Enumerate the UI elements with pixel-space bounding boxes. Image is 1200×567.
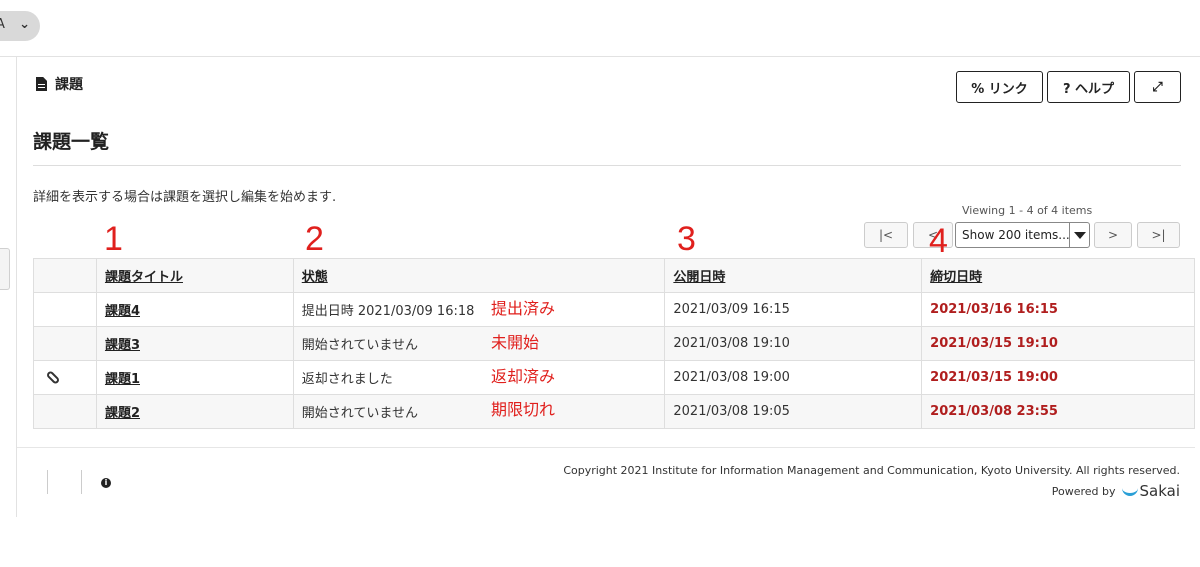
open-date-cell: 2021/03/09 16:15: [664, 292, 923, 327]
table-row: 課題2 開始されていません 2021/03/08 19:05 2021/03/0…: [33, 394, 1195, 429]
caret-down-icon: [1069, 223, 1089, 247]
top-navigation-bar: A ⌄: [0, 0, 1200, 57]
footer-separator: [47, 470, 48, 494]
status-cell: 返却されました: [292, 360, 666, 395]
annotation-status-not-started: 未開始: [491, 335, 540, 352]
instructions-text: 詳細を表示する場合は課題を選択し編集を始めます.: [33, 190, 337, 205]
powered-by: Powered by Sakai: [1052, 482, 1180, 500]
copyright-text: Copyright 2021 Institute for Information…: [563, 464, 1180, 477]
open-date-cell: 2021/03/08 19:05: [664, 394, 923, 429]
title-cell: 課題4: [95, 292, 294, 327]
link-button-label: % リンク: [971, 81, 1028, 97]
annotation-number-1: 1: [104, 220, 123, 258]
due-date-cell: 2021/03/15 19:10: [921, 326, 1195, 361]
attachment-cell: [33, 292, 97, 327]
attachment-cell: [33, 326, 97, 361]
powered-by-label: Powered by: [1051, 484, 1116, 498]
sidebar-collapse-tab[interactable]: [0, 248, 10, 290]
table-row: 課題4 提出日時 2021/03/09 16:18 2021/03/09 16:…: [33, 292, 1195, 327]
link-button[interactable]: % リンク: [956, 71, 1043, 103]
status-cell: 開始されていません: [292, 326, 666, 361]
column-header-due-date[interactable]: 締切日時: [921, 258, 1195, 293]
info-icon[interactable]: i: [101, 478, 111, 488]
assignment-link[interactable]: 課題2: [105, 406, 140, 421]
expand-button[interactable]: ⤢: [1134, 71, 1181, 103]
column-header-title[interactable]: 課題タイトル: [95, 258, 294, 293]
page-title: 課題一覧: [33, 131, 110, 153]
open-date-cell: 2021/03/08 19:00: [664, 360, 923, 395]
footer-separator: [81, 470, 82, 494]
pager-last-button[interactable]: >|: [1137, 222, 1180, 248]
column-header-status[interactable]: 状態: [292, 258, 666, 293]
help-button-label: ? ヘルプ: [1062, 81, 1115, 97]
page-size-select[interactable]: Show 200 items...: [955, 222, 1090, 248]
annotation-status-submitted: 提出済み: [491, 301, 556, 318]
title-cell: 課題3: [95, 326, 294, 361]
assignment-link[interactable]: 課題3: [105, 338, 140, 353]
title-divider: [33, 165, 1181, 166]
assignments-table: 課題タイトル 状態 公開日時 締切日時 課題4 提出日時 2021/03/09 …: [33, 258, 1195, 429]
chevron-down-icon: ⌄: [19, 17, 30, 32]
sidebar-divider: [16, 57, 17, 517]
site-letter: A: [0, 17, 5, 32]
due-date-cell: 2021/03/08 23:55: [921, 394, 1195, 429]
status-cell: 提出日時 2021/03/09 16:18: [292, 292, 666, 327]
paperclip-icon: [45, 370, 61, 385]
table-row: 課題1 返却されました 2021/03/08 19:00 2021/03/15 …: [33, 360, 1195, 395]
table-header-row: 課題タイトル 状態 公開日時 締切日時: [33, 258, 1195, 293]
attachment-column-header: [33, 258, 97, 293]
sakai-brand: Sakai: [1139, 482, 1181, 500]
due-date-cell: 2021/03/15 19:00: [921, 360, 1195, 395]
annotation-status-expired: 期限切れ: [491, 402, 556, 419]
expand-icon: ⤢: [1152, 79, 1163, 95]
tool-name: 課題: [55, 77, 83, 93]
status-cell: 開始されていません: [292, 394, 666, 429]
column-header-open-date[interactable]: 公開日時: [664, 258, 923, 293]
sakai-logo[interactable]: Sakai: [1121, 482, 1181, 500]
assignment-link[interactable]: 課題1: [105, 372, 140, 387]
help-button[interactable]: ? ヘルプ: [1047, 71, 1130, 103]
annotation-number-3: 3: [677, 220, 696, 258]
page-size-value: Show 200 items...: [962, 228, 1070, 242]
due-date-cell: 2021/03/16 16:15: [921, 292, 1195, 327]
document-icon: [36, 77, 47, 91]
attachment-cell: [33, 360, 97, 395]
pager-first-button[interactable]: |<: [864, 222, 908, 248]
title-cell: 課題2: [95, 394, 294, 429]
open-date-cell: 2021/03/08 19:10: [664, 326, 923, 361]
annotation-number-2: 2: [305, 220, 324, 258]
assignment-link[interactable]: 課題4: [105, 304, 140, 319]
pager-next-button[interactable]: >: [1094, 222, 1132, 248]
site-dropdown-pill[interactable]: A ⌄: [0, 11, 40, 41]
table-row: 課題3 開始されていません 2021/03/08 19:10 2021/03/1…: [33, 326, 1195, 361]
annotation-number-4: 4: [929, 222, 948, 260]
sakai-wave-icon: [1121, 486, 1138, 496]
title-cell: 課題1: [95, 360, 294, 395]
footer-divider: [17, 447, 1195, 448]
attachment-cell: [33, 394, 97, 429]
annotation-status-returned: 返却済み: [491, 369, 556, 386]
pager-status: Viewing 1 - 4 of 4 items: [962, 204, 1093, 217]
tool-heading: 課題: [36, 74, 83, 94]
